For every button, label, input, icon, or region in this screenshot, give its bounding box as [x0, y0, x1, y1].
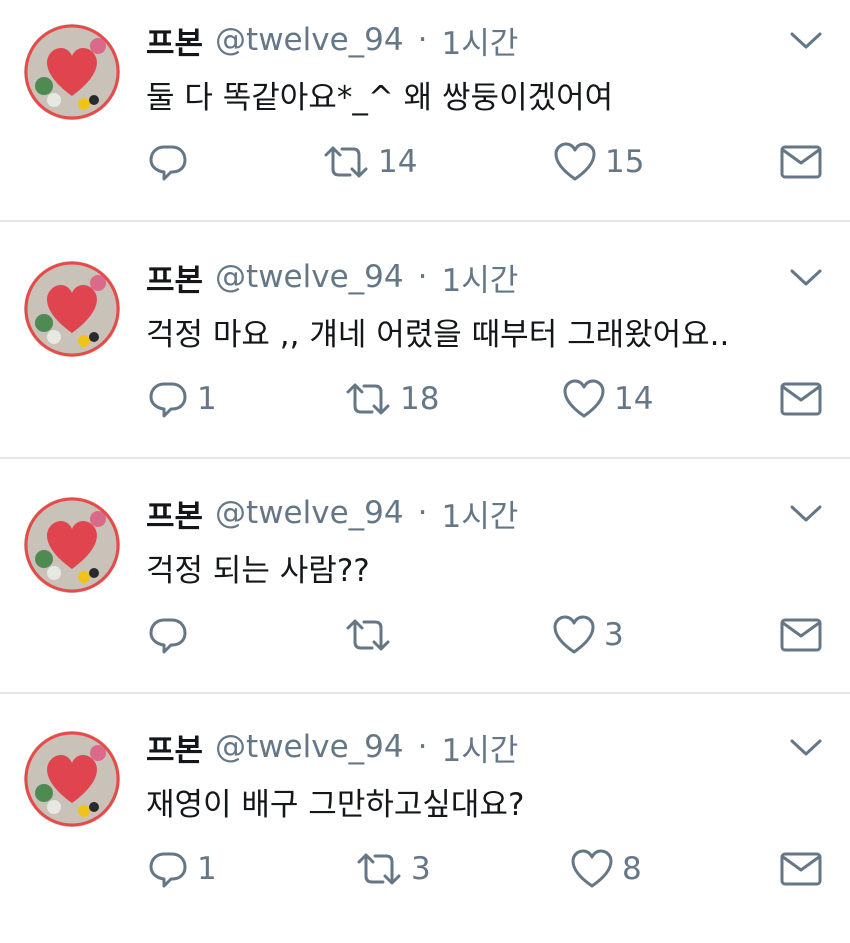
timestamp[interactable]: 1시간: [441, 18, 518, 63]
retweet-icon: [322, 141, 370, 183]
avatar[interactable]: [24, 24, 120, 120]
avatar[interactable]: [24, 261, 120, 357]
display-name[interactable]: 프본: [146, 725, 203, 770]
heart-icon: [552, 614, 596, 656]
reply-button[interactable]: 1: [147, 847, 217, 891]
retweet-count: 14: [378, 144, 418, 180]
avatar[interactable]: [24, 497, 120, 593]
retweet-button[interactable]: [344, 613, 400, 657]
reply-icon: [147, 614, 189, 656]
retweet-button[interactable]: 18: [344, 377, 439, 421]
retweet-icon: [344, 614, 392, 656]
tweet[interactable]: 프본 @twelve_94 · 1시간 걱정 되는 사람?? 3: [0, 473, 850, 709]
reply-count: 1: [197, 851, 217, 887]
tweet-header: 프본 @twelve_94 · 1시간: [146, 18, 518, 62]
retweet-icon: [355, 848, 403, 890]
timestamp[interactable]: 1시간: [441, 491, 518, 536]
reply-button[interactable]: [147, 613, 197, 657]
tweet[interactable]: 프본 @twelve_94 · 1시간 둘 다 똑같아요*_^ 왜 쌍둥이겠어여…: [0, 0, 850, 236]
username[interactable]: @twelve_94: [215, 259, 404, 295]
direct-message-button[interactable]: [779, 847, 823, 891]
like-count: 3: [604, 617, 624, 653]
tweet-text: 둘 다 똑같아요*_^ 왜 쌍둥이겠어여: [146, 80, 614, 116]
retweet-icon: [344, 378, 392, 420]
reply-icon: [147, 378, 189, 420]
envelope-icon: [779, 142, 823, 182]
tweet-header: 프본 @twelve_94 · 1시간: [146, 491, 518, 535]
separator-dot: ·: [417, 729, 428, 765]
timestamp[interactable]: 1시간: [441, 725, 518, 770]
separator-dot: ·: [417, 22, 428, 58]
like-count: 14: [614, 381, 654, 417]
heart-icon: [562, 378, 606, 420]
display-name[interactable]: 프본: [146, 18, 203, 63]
like-button[interactable]: 8: [570, 847, 642, 891]
like-button[interactable]: 15: [553, 140, 644, 184]
retweet-button[interactable]: 3: [355, 847, 431, 891]
envelope-icon: [779, 615, 823, 655]
chevron-down-icon[interactable]: [786, 22, 826, 58]
envelope-icon: [779, 379, 823, 419]
reply-button[interactable]: 1: [147, 377, 217, 421]
like-count: 8: [622, 851, 642, 887]
separator-dot: ·: [417, 495, 428, 531]
divider: [0, 692, 850, 694]
tweet-text: 재영이 배구 그만하고싶대요?: [146, 787, 525, 823]
reply-icon: [147, 141, 189, 183]
direct-message-button[interactable]: [779, 613, 823, 657]
envelope-icon: [779, 849, 823, 889]
chevron-down-icon[interactable]: [786, 495, 826, 531]
tweet[interactable]: 프본 @twelve_94 · 1시간 재영이 배구 그만하고싶대요? 1 3 …: [0, 707, 850, 943]
username[interactable]: @twelve_94: [215, 22, 404, 58]
username[interactable]: @twelve_94: [215, 495, 404, 531]
retweet-count: 18: [400, 381, 440, 417]
separator-dot: ·: [417, 259, 428, 295]
direct-message-button[interactable]: [779, 377, 823, 421]
tweet[interactable]: 프본 @twelve_94 · 1시간 걱정 마요 ,, 걔네 어렸을 때부터 …: [0, 237, 850, 473]
heart-icon: [553, 141, 597, 183]
username[interactable]: @twelve_94: [215, 729, 404, 765]
reply-icon: [147, 848, 189, 890]
heart-icon: [570, 848, 614, 890]
tweet-header: 프본 @twelve_94 · 1시간: [146, 725, 518, 769]
retweet-button[interactable]: 14: [322, 140, 417, 184]
divider: [0, 220, 850, 222]
reply-button[interactable]: [147, 140, 197, 184]
like-button[interactable]: 14: [562, 377, 653, 421]
tweet-header: 프본 @twelve_94 · 1시간: [146, 255, 518, 299]
chevron-down-icon[interactable]: [786, 729, 826, 765]
chevron-down-icon[interactable]: [786, 259, 826, 295]
like-count: 15: [605, 144, 645, 180]
avatar[interactable]: [24, 731, 120, 827]
reply-count: 1: [197, 381, 217, 417]
direct-message-button[interactable]: [779, 140, 823, 184]
retweet-count: 3: [411, 851, 431, 887]
like-button[interactable]: 3: [552, 613, 624, 657]
tweet-text: 걱정 되는 사람??: [146, 553, 370, 589]
display-name[interactable]: 프본: [146, 255, 203, 300]
timestamp[interactable]: 1시간: [441, 255, 518, 300]
divider: [0, 457, 850, 459]
tweet-text: 걱정 마요 ,, 걔네 어렸을 때부터 그래왔어요..: [146, 317, 730, 353]
display-name[interactable]: 프본: [146, 491, 203, 536]
